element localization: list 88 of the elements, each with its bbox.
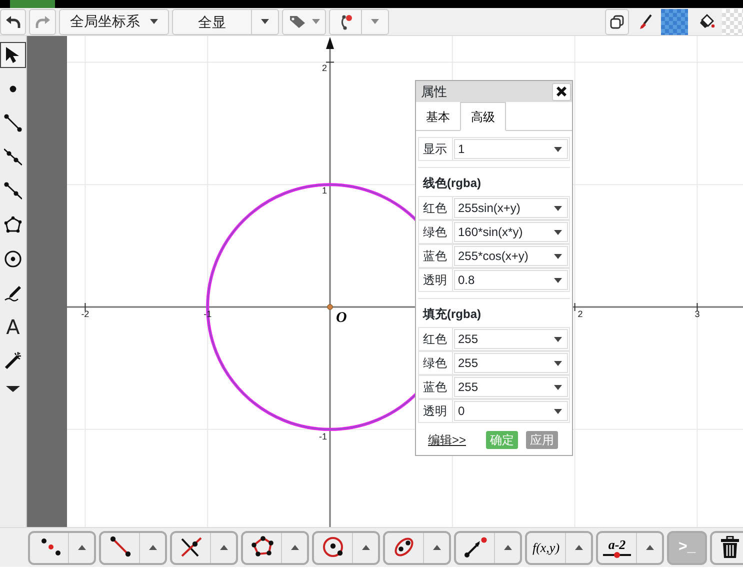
circle-icon [322,536,344,559]
caret-icon [574,545,582,550]
caret-icon [220,545,228,550]
field-label: 绿色 [419,221,453,243]
select-field[interactable]: 0 [454,401,568,421]
pen-icon [4,284,22,302]
field-label: 显示 [419,138,453,160]
section-heading: 线色(rgba) [418,167,570,196]
copy-icon [610,14,624,28]
select-field[interactable]: 255 [454,353,568,373]
caret-icon [554,384,562,390]
tag-icon [288,14,306,28]
field-label: 蓝色 [419,376,453,398]
tick-label: 2 [578,309,583,319]
caret-icon [554,254,562,258]
origin-label: O [336,310,347,326]
paint-bucket-icon [698,14,714,30]
caret-icon [504,545,512,550]
text-tool-button[interactable]: A [0,314,26,340]
undo-icon [5,14,21,28]
origin-point [327,304,333,310]
point-style-dropdown[interactable] [329,8,389,34]
select-field[interactable]: 255*cos(x+y) [454,246,568,266]
line-icon [4,148,22,166]
caret-icon [554,230,562,234]
redo-icon [34,14,50,28]
field-label: 绿色 [419,352,453,374]
caret-icon [554,278,562,282]
caret-icon [432,545,440,550]
caret-icon [290,545,298,550]
select-field[interactable]: 255 [454,329,568,349]
panel-tab[interactable]: 高级 [460,102,506,131]
caret-icon [150,19,158,24]
vector-icon [464,536,486,559]
line-color-swatch[interactable] [661,8,688,34]
select-field[interactable]: 160*sin(x*y) [454,222,568,242]
panel-tab[interactable]: 基本 [416,102,460,131]
label-dropdown[interactable] [282,8,326,34]
caret-icon [261,19,269,24]
ray-icon [4,182,22,200]
tick-label: -1 [318,431,327,442]
caret-icon [554,336,562,342]
polygon-icon [250,536,274,559]
segment-icon [4,114,22,132]
circle-icon [4,250,22,268]
field-label: 透明 [419,269,453,291]
close-button[interactable] [552,82,571,100]
caret-icon [362,545,370,550]
wand-icon [4,352,22,370]
field-label: 透明 [419,400,453,422]
tick-label: 2 [322,63,327,74]
coordinate-dropdown[interactable]: 全局坐标系 [59,8,169,34]
brush-icon [638,14,652,30]
edit-link[interactable]: 编辑>> [428,431,466,449]
caret-icon [554,408,562,414]
undo-button[interactable] [0,8,26,34]
polygon-icon [4,216,22,234]
panel-title: 属性 [421,82,447,101]
caret-icon [78,545,86,550]
zoom-dropdown[interactable]: 全显 [172,8,279,34]
select-field[interactable]: 0.8 [454,270,568,290]
section-heading: 填充(rgba) [418,298,570,327]
segment-icon [108,536,132,559]
close-icon [556,86,567,97]
ellipse-icon [392,536,416,559]
caret-icon [371,19,380,24]
select-field[interactable]: 255 [454,377,568,397]
curve-point-icon [338,14,353,30]
tick-label: -2 [81,309,90,319]
caret-icon [646,545,654,550]
fill-color-swatch[interactable] [722,8,743,34]
intersection-icon [180,536,202,559]
caret-icon [554,206,562,210]
tick-label: 1 [322,186,327,196]
tick-label: 3 [694,309,700,319]
zoom-option[interactable]: 全显 [173,10,252,34]
caret-icon [148,545,156,550]
tool-button[interactable] [0,42,26,68]
caret-icon [554,360,562,366]
select-field[interactable]: 1 [454,139,568,159]
logo [10,0,55,8]
caret-icon [554,146,562,152]
copy-style-button[interactable] [605,8,629,34]
field-label: 红色 [419,197,453,219]
caret-icon [312,19,320,24]
field-label: 红色 [419,328,453,350]
field-label: 蓝色 [419,245,453,267]
select-field[interactable]: 255sin(x+y) [454,198,568,218]
